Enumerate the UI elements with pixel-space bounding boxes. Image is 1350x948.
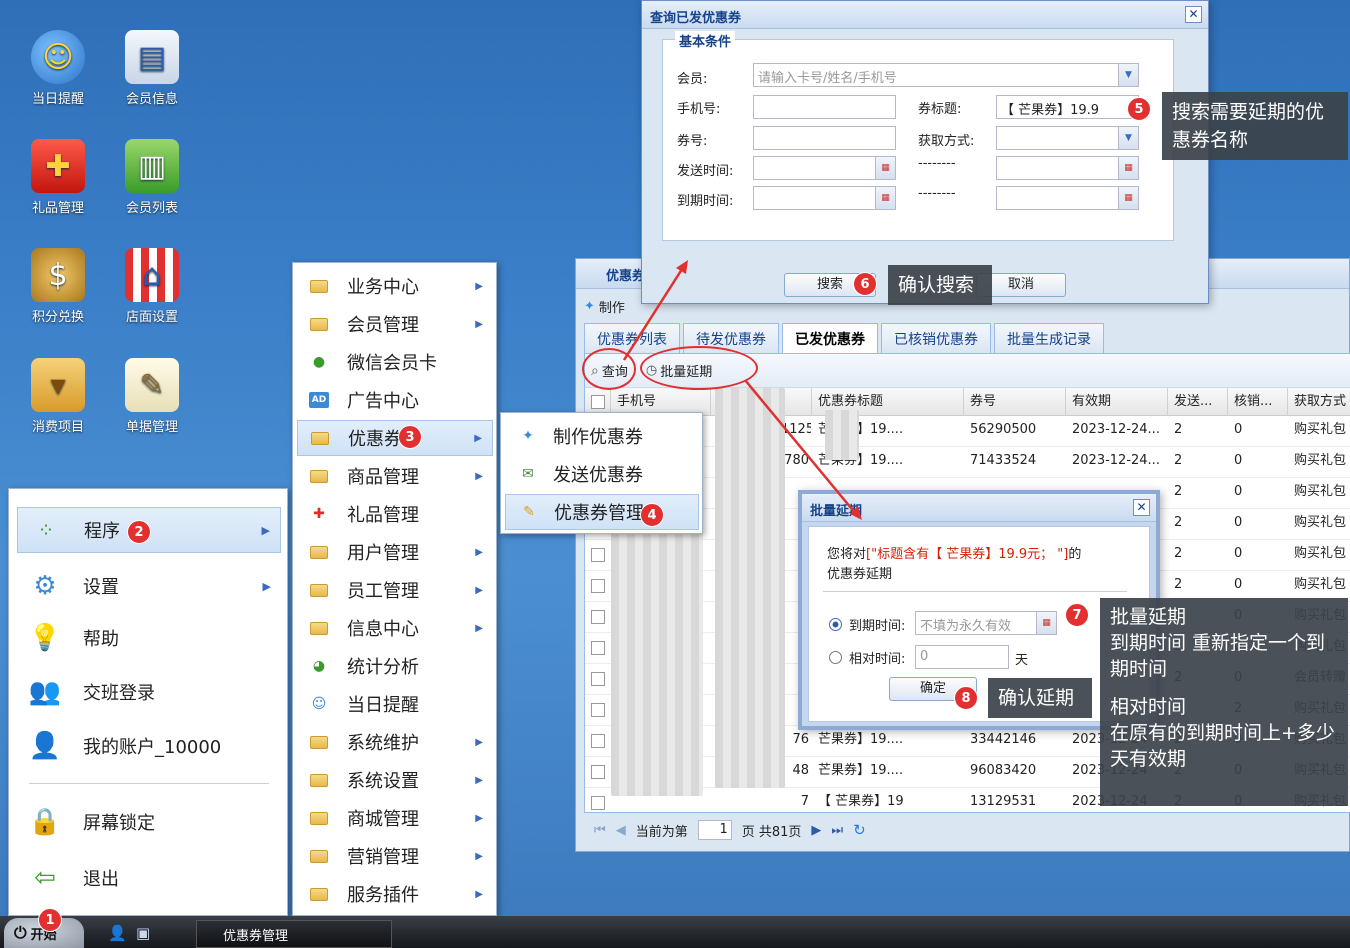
arrow-head [676, 260, 688, 274]
step-badge-6: 6 [853, 272, 877, 296]
tip-line: 到期时间 重新指定一个到期时间 [1110, 632, 1326, 680]
highlight-query-oval [582, 348, 636, 390]
step-badge-1: 1 [38, 908, 62, 932]
tip-search-coupon: 搜索需要延期的优惠券名称 [1162, 92, 1348, 160]
step-badge-3: 3 [398, 425, 422, 449]
tip-line: 在原有的到期时间上+多少天有效期 [1110, 722, 1335, 770]
step-badge-4: 4 [640, 503, 664, 527]
arrow-line [744, 379, 857, 515]
tip-line: 相对时间 [1110, 696, 1187, 718]
tip-confirm-extend: 确认延期 [988, 678, 1092, 718]
step-badge-2: 2 [127, 520, 151, 544]
tip-line: 批量延期 [1110, 606, 1187, 628]
step-badge-8: 8 [954, 686, 978, 710]
tip-gap [1110, 682, 1338, 694]
arrow-line [622, 265, 686, 361]
step-badge-7: 7 [1065, 603, 1089, 627]
highlight-batch-oval [640, 346, 758, 390]
tip-batch-extend: 批量延期 到期时间 重新指定一个到期时间 相对时间 在原有的到期时间上+多少天有… [1100, 598, 1348, 806]
tip-confirm-search: 确认搜索 [888, 265, 992, 305]
step-badge-5: 5 [1127, 97, 1151, 121]
